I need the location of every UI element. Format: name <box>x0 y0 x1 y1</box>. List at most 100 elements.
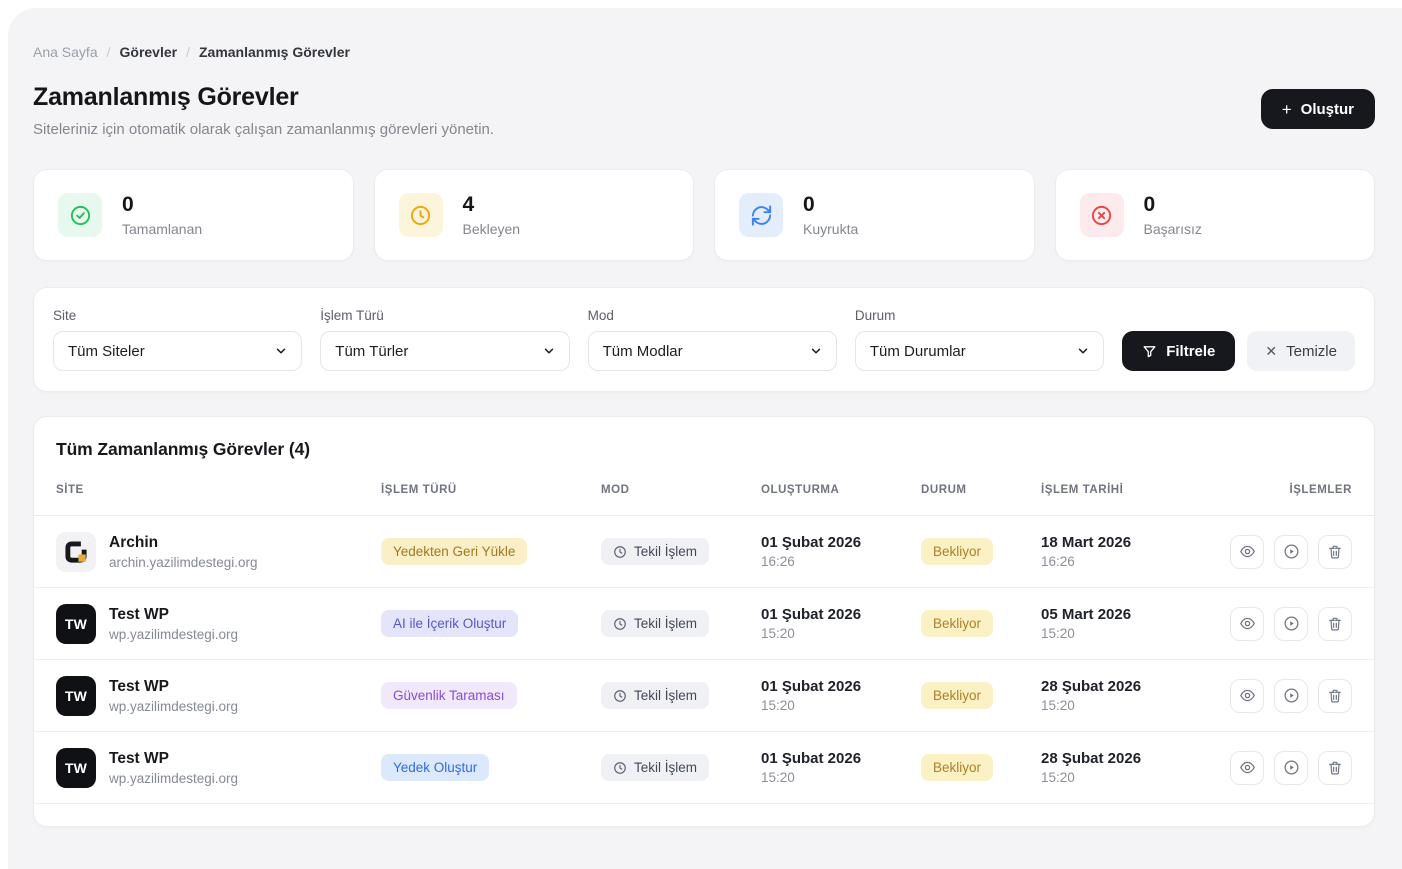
column-header-task-type: İŞLEM TÜRÜ <box>381 484 601 496</box>
status-badge: Bekliyor <box>921 610 993 637</box>
stat-value-pending: 4 <box>463 193 521 216</box>
view-button[interactable] <box>1230 535 1264 569</box>
mode-chip: Tekil İşlem <box>601 610 709 637</box>
breadcrumb-separator: / <box>107 44 111 60</box>
chevron-down-icon <box>274 344 288 358</box>
mode-chip-label: Tekil İşlem <box>634 688 697 703</box>
clock-icon <box>399 193 443 237</box>
create-button-label: Oluştur <box>1301 101 1354 118</box>
filter-actions: Filtrele ✕ Temizle <box>1122 331 1355 371</box>
stat-card-queued: 0 Kuyrukta <box>714 169 1035 261</box>
scheduled-time: 16:26 <box>1041 554 1226 569</box>
archin-logo-icon <box>56 532 96 572</box>
table-row: TW Test WP wp.yazilimdestegi.org Güvenli… <box>34 660 1374 732</box>
stat-value-completed: 0 <box>122 193 202 216</box>
clock-icon <box>613 761 627 775</box>
stats-row: 0 Tamamlanan 4 Bekleyen 0 Kuyrukta <box>33 169 1375 261</box>
filter-button-label: Filtrele <box>1166 343 1215 360</box>
site-name: Archin <box>109 534 258 552</box>
sync-icon <box>739 193 783 237</box>
page-subtitle: Siteleriniz için otomatik olarak çalışan… <box>33 121 494 138</box>
created-date: 01 Şubat 2026 <box>761 678 921 695</box>
scheduled-tasks-table: Tüm Zamanlanmış Görevler (4) SİTE İŞLEM … <box>33 416 1375 827</box>
mode-chip-label: Tekil İşlem <box>634 616 697 631</box>
task-type-badge: Yedekten Geri Yükle <box>381 538 527 565</box>
status-filter-select[interactable]: Tüm Durumlar <box>855 331 1104 371</box>
mode-chip-label: Tekil İşlem <box>634 544 697 559</box>
status-filter-value: Tüm Durumlar <box>870 343 966 360</box>
table-row: TW Test WP wp.yazilimdestegi.org Yedek O… <box>34 732 1374 804</box>
check-circle-icon <box>58 193 102 237</box>
view-button[interactable] <box>1230 751 1264 785</box>
site-avatar: TW <box>56 676 96 716</box>
mode-chip: Tekil İşlem <box>601 754 709 781</box>
trash-icon <box>1327 616 1343 632</box>
site-filter-value: Tüm Siteler <box>68 343 145 360</box>
site-domain: wp.yazilimdestegi.org <box>109 771 238 786</box>
mode-chip: Tekil İşlem <box>601 682 709 709</box>
task-type-badge: AI ile İçerik Oluştur <box>381 610 518 637</box>
play-circle-icon <box>1283 543 1300 560</box>
site-name: Test WP <box>109 750 238 768</box>
column-header-mode: MOD <box>601 484 761 496</box>
clock-icon <box>613 689 627 703</box>
play-circle-icon <box>1283 759 1300 776</box>
row-actions <box>1226 607 1352 641</box>
column-header-date: İŞLEM TARİHİ <box>1041 484 1226 496</box>
site-domain: archin.yazilimdestegi.org <box>109 555 258 570</box>
scheduled-date: 28 Şubat 2026 <box>1041 678 1226 695</box>
funnel-icon <box>1142 344 1157 359</box>
scheduled-date: 05 Mart 2026 <box>1041 606 1226 623</box>
created-time: 15:20 <box>761 698 921 713</box>
task-type-filter-select[interactable]: Tüm Türler <box>320 331 569 371</box>
created-time: 16:26 <box>761 554 921 569</box>
site-domain: wp.yazilimdestegi.org <box>109 699 238 714</box>
run-button[interactable] <box>1274 607 1308 641</box>
task-type-badge: Güvenlik Taraması <box>381 682 517 709</box>
site-filter-select[interactable]: Tüm Siteler <box>53 331 302 371</box>
eye-icon <box>1239 759 1256 776</box>
create-button[interactable]: + Oluştur <box>1261 89 1375 129</box>
filter-label-task-type: İşlem Türü <box>320 308 569 323</box>
delete-button[interactable] <box>1318 607 1352 641</box>
filter-field-site: Site Tüm Siteler <box>53 308 302 371</box>
view-button[interactable] <box>1230 679 1264 713</box>
run-button[interactable] <box>1274 679 1308 713</box>
view-button[interactable] <box>1230 607 1264 641</box>
plus-icon: + <box>1282 101 1292 118</box>
mode-filter-select[interactable]: Tüm Modlar <box>588 331 837 371</box>
stat-card-pending: 4 Bekleyen <box>374 169 695 261</box>
chevron-down-icon <box>542 344 556 358</box>
run-button[interactable] <box>1274 535 1308 569</box>
clear-button-label: Temizle <box>1286 343 1337 360</box>
breadcrumb-home[interactable]: Ana Sayfa <box>33 44 98 60</box>
breadcrumb-tasks[interactable]: Görevler <box>120 44 178 60</box>
clear-button[interactable]: ✕ Temizle <box>1247 331 1355 371</box>
site-domain: wp.yazilimdestegi.org <box>109 627 238 642</box>
eye-icon <box>1239 543 1256 560</box>
trash-icon <box>1327 688 1343 704</box>
breadcrumb: Ana Sayfa / Görevler / Zamanlanmış Görev… <box>33 44 1375 60</box>
eye-icon <box>1239 615 1256 632</box>
task-type-badge: Yedek Oluştur <box>381 754 489 781</box>
close-icon: ✕ <box>1265 343 1277 360</box>
table-header-row: SİTE İŞLEM TÜRÜ MOD OLUŞTURMA DURUM İŞLE… <box>34 464 1374 516</box>
trash-icon <box>1327 544 1343 560</box>
page-title: Zamanlanmış Görevler <box>33 83 494 112</box>
column-header-status: DURUM <box>921 484 1041 496</box>
delete-button[interactable] <box>1318 535 1352 569</box>
filter-label-status: Durum <box>855 308 1104 323</box>
column-header-actions: İŞLEMLER <box>1226 484 1352 496</box>
mode-chip: Tekil İşlem <box>601 538 709 565</box>
row-actions <box>1226 679 1352 713</box>
play-circle-icon <box>1283 687 1300 704</box>
filter-button[interactable]: Filtrele <box>1122 331 1235 371</box>
delete-button[interactable] <box>1318 751 1352 785</box>
breadcrumb-current: Zamanlanmış Görevler <box>199 44 350 60</box>
scheduled-time: 15:20 <box>1041 698 1226 713</box>
stat-value-failed: 0 <box>1144 193 1202 216</box>
delete-button[interactable] <box>1318 679 1352 713</box>
row-actions <box>1226 751 1352 785</box>
run-button[interactable] <box>1274 751 1308 785</box>
status-badge: Bekliyor <box>921 538 993 565</box>
